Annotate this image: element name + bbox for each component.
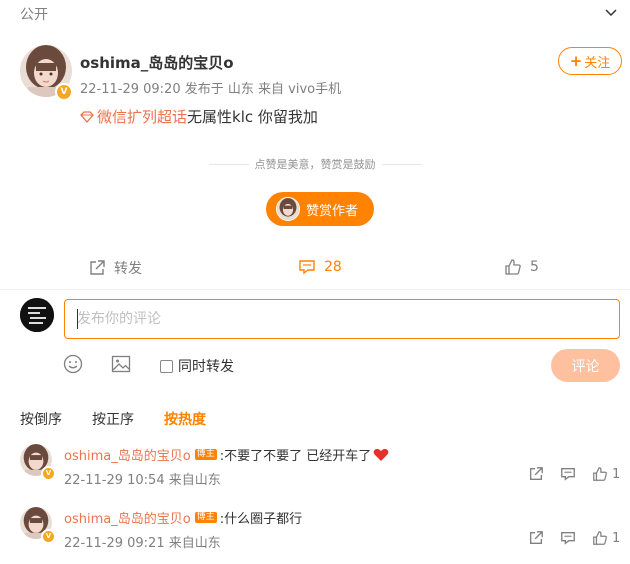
- verified-badge-icon: V: [55, 83, 73, 101]
- post-text: 无属性klc 你留我加: [187, 108, 318, 126]
- follow-label: 关注: [584, 55, 611, 71]
- divider-line: [381, 163, 422, 165]
- verified-badge-icon: V: [41, 529, 56, 544]
- submit-comment-button[interactable]: 评论: [551, 349, 620, 382]
- comment-text: :什么圈子都行: [219, 512, 303, 527]
- divider-line: [208, 163, 249, 165]
- visibility-label: 公开: [20, 7, 48, 23]
- comment-icon: [298, 258, 316, 276]
- repost-label: 转发: [114, 261, 142, 277]
- post-body: 微信扩列超话 无属性klc 你留我加: [80, 106, 318, 127]
- repost-button[interactable]: 转发: [88, 258, 142, 278]
- blogger-tag: 博主: [194, 511, 217, 524]
- verified-badge-icon: V: [41, 466, 56, 481]
- supertopic-diamond-icon: [80, 110, 94, 124]
- comment-count: 28: [324, 259, 342, 275]
- post-meta: 22-11-29 09:20 发布于 山东 来自 vivo手机: [80, 78, 341, 97]
- reward-divider-text: 点赞是美意，赞赏是鼓励: [254, 158, 376, 171]
- post-source: 来自 vivo手机: [258, 82, 342, 97]
- comment-like-count: 1: [612, 530, 621, 546]
- comment-meta: 22-11-29 10:54 来自山东: [64, 473, 221, 488]
- author-avatar: [276, 197, 300, 221]
- thumbs-up-icon: [592, 466, 608, 482]
- repost-icon[interactable]: [528, 466, 544, 482]
- heart-emoji-icon: [373, 448, 389, 462]
- reward-divider: 点赞是美意，赞赏是鼓励: [200, 156, 430, 172]
- comment-input[interactable]: [64, 299, 620, 339]
- emoji-icon[interactable]: [63, 354, 83, 374]
- comment-text: :不要了不要了 已经开车了: [219, 449, 372, 464]
- sort-tab-reverse[interactable]: 按倒序: [20, 409, 62, 429]
- commenter-name[interactable]: oshima_岛岛的宝贝o: [64, 508, 191, 527]
- post-location: 发布于 山东: [184, 82, 254, 97]
- comment-actions: 1: [528, 530, 620, 546]
- my-avatar[interactable]: [20, 298, 54, 332]
- comment-meta: 22-11-29 09:21 来自山东: [64, 536, 221, 551]
- reply-icon[interactable]: [560, 530, 576, 546]
- sort-tab-chronological[interactable]: 按正序: [92, 409, 134, 429]
- reply-icon[interactable]: [560, 466, 576, 482]
- also-repost-label: 同时转发: [178, 359, 234, 375]
- post-date[interactable]: 22-11-29 09:20: [80, 82, 181, 97]
- chevron-down-icon[interactable]: [604, 5, 618, 19]
- supertopic-link[interactable]: 微信扩列超话: [97, 106, 187, 127]
- comment-button[interactable]: 28: [298, 258, 342, 276]
- reward-author-button[interactable]: 赞赏作者: [266, 192, 374, 226]
- comment-content: oshima_岛岛的宝贝o 博主 :不要了不要了 已经开车了: [64, 445, 389, 464]
- commenter-name[interactable]: oshima_岛岛的宝贝o: [64, 445, 191, 464]
- visibility-bar[interactable]: 公开: [0, 0, 630, 26]
- checkbox-box[interactable]: [160, 359, 173, 373]
- blogger-tag: 博主: [194, 448, 217, 461]
- comment-like-button[interactable]: 1: [592, 530, 620, 546]
- image-icon[interactable]: [111, 355, 131, 373]
- plus-icon: +: [569, 51, 583, 70]
- thumbs-up-icon: [592, 530, 608, 546]
- post-author-name[interactable]: oshima_岛岛的宝贝o: [80, 52, 234, 73]
- comment-actions: 1: [528, 466, 620, 482]
- comment-like-count: 1: [612, 466, 621, 482]
- repost-icon: [88, 259, 106, 277]
- also-repost-checkbox[interactable]: 同时转发: [160, 356, 234, 376]
- comment-like-button[interactable]: 1: [592, 466, 620, 482]
- sort-tab-hot[interactable]: 按热度: [164, 409, 206, 429]
- repost-icon[interactable]: [528, 530, 544, 546]
- like-count: 5: [530, 259, 539, 275]
- comment-content: oshima_岛岛的宝贝o 博主 :什么圈子都行: [64, 508, 302, 527]
- reward-button-label: 赞赏作者: [306, 203, 359, 219]
- like-button[interactable]: 5: [504, 258, 539, 276]
- section-divider: [0, 289, 630, 290]
- text-caret: [77, 309, 78, 329]
- thumbs-up-icon: [504, 258, 522, 276]
- follow-button[interactable]: + 关注: [558, 47, 622, 75]
